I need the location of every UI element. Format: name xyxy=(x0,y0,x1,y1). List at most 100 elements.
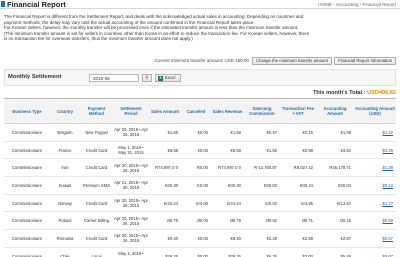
table-row: Commissionaire Romania Credit Card Apr 2… xyxy=(4,229,396,248)
sales-revenue-cell: €9.40 xyxy=(211,229,244,248)
sales-revenue-cell: $29.25 xyxy=(211,247,244,257)
column-header: Samsung Commission xyxy=(244,98,280,124)
table-row: Commissionaire Poland Carrier Billing Ap… xyxy=(4,211,396,231)
total-value: USD406.82 xyxy=(367,90,396,96)
accounting-amount-cell: €2.87 xyxy=(316,229,354,248)
settlement-period-cell: Apr 20, 2015~ Apr 26, 2015 xyxy=(113,229,149,248)
column-header: Sales Revenue xyxy=(211,98,244,124)
transaction-fee-cell: €0.99 xyxy=(280,141,316,160)
samsung-commission-cell: kr5.82 xyxy=(244,194,280,213)
samsung-commission-cell: €2.26 xyxy=(244,229,280,248)
canceled-cell: $0.00 xyxy=(181,247,211,257)
business-type-cell: Commissionaire xyxy=(4,141,50,160)
settlement-period-cell: Apr 20, 2015~ Apr 26, 2015 xyxy=(113,158,149,178)
canceled-cell: kr4.00 xyxy=(181,194,211,213)
total-label: This month's Total : xyxy=(313,90,366,96)
accounting-amount-usd-link[interactable]: $5.67 xyxy=(354,247,396,257)
samsung-commission-cell: K00.02 xyxy=(244,176,280,195)
business-type-cell: Commissionaire xyxy=(4,247,50,257)
payment-method-cell: Local xyxy=(80,247,113,257)
excel-export-button[interactable]: X Excel xyxy=(155,73,181,82)
sales-revenue-cell: zł0.78 xyxy=(211,211,244,231)
canceled-cell: €0.00 xyxy=(181,229,211,248)
table-header-row: Business Type Country Payment Method Set… xyxy=(4,98,396,124)
accounting-amount-usd-link[interactable]: $1.28 xyxy=(354,158,396,178)
payment-method-cell: Carrier Billing xyxy=(80,211,113,231)
column-header: Sales Amount xyxy=(149,98,181,124)
accounting-amount-usd-link[interactable]: $0.12 xyxy=(354,176,396,195)
settlement-period-cell: May 1, 2015~ May 31, 2015 xyxy=(113,141,149,160)
transaction-fee-cell: zł0.71 xyxy=(280,211,316,231)
sales-amount-cell: zł0.78 xyxy=(149,211,181,231)
settlement-period-cell: Apr 20, 2015~ Apr 26, 2015 xyxy=(113,194,149,213)
sales-amount-cell: €1.68 xyxy=(149,123,181,142)
accounting-amount-usd-link[interactable]: $1.22 xyxy=(354,123,396,142)
transaction-fee-cell: €2.59 xyxy=(280,229,316,248)
column-header: Business Type xyxy=(4,98,50,124)
country-cell: Norway xyxy=(50,194,80,213)
page-title: Financial Report xyxy=(7,0,66,9)
accounting-amount-usd-link[interactable]: $0.58 xyxy=(354,211,396,231)
financial-report-info-button[interactable]: Financial Report Information xyxy=(334,56,396,65)
business-type-cell: Commissionaire xyxy=(4,158,50,178)
minimum-transfer-row: Current minimum transfer amount: USD 150… xyxy=(155,56,396,65)
transaction-fee-cell: K00.24 xyxy=(280,176,316,195)
payment-method-cell: Premium SMS xyxy=(80,176,113,195)
financial-report-table: Business Type Country Payment Method Set… xyxy=(4,98,396,257)
sales-amount-cell: kr24.24 xyxy=(149,194,181,213)
column-header: Transaction Fee + VAT xyxy=(280,98,316,124)
monthly-settlement-label: Monthly Settlement xyxy=(8,74,62,80)
breadcrumb[interactable]: HOME › Accounting › Financial Report xyxy=(318,1,396,8)
sales-amount-cell: R74,997.0 0 xyxy=(149,158,181,178)
minimum-transfer-label: Current minimum transfer amount: USD 150… xyxy=(154,58,249,63)
sales-amount-cell: €6.58 xyxy=(149,141,181,160)
sales-revenue-cell: kr24.24 xyxy=(211,194,244,213)
column-header: Payment Method xyxy=(80,98,113,124)
search-button[interactable]: ⚲ xyxy=(142,73,152,82)
column-header: Accounting Amount xyxy=(316,98,354,124)
canceled-cell: zł0.00 xyxy=(181,211,211,231)
accounting-amount-cell: €3.84 xyxy=(316,141,354,160)
samsung-commission-cell: zł0.92 xyxy=(244,211,280,231)
month-input[interactable]: 2015-05 xyxy=(89,73,139,82)
filter-bar: Monthly Settlement 2015-05 ⚲ X Excel xyxy=(4,69,396,86)
settlement-period-cell: Apr 21, 2015~ Apr 30, 2015 xyxy=(113,176,149,195)
table-row: Commissionaire Norway Credit Card Apr 20… xyxy=(4,194,396,213)
sales-revenue-cell: K00.30 xyxy=(211,176,244,195)
country-cell: Chile xyxy=(50,247,80,257)
samsung-commission-cell: €1.65 xyxy=(244,141,280,160)
transaction-fee-cell: kr4.95 xyxy=(280,194,316,213)
report-description: The Financial Report is different from t… xyxy=(4,14,396,42)
change-minimum-button[interactable]: Change the minimum transfer amount xyxy=(251,56,333,65)
canceled-cell: R0.00 xyxy=(181,158,211,178)
table-row: Commissionaire Chile Local May 1, 2015~ … xyxy=(4,247,396,257)
country-cell: Poland xyxy=(50,211,80,231)
accounting-amount-cell: €1.09 xyxy=(316,123,354,142)
samsung-commission-cell: $6.25 xyxy=(244,247,280,257)
sales-amount-cell: $29.25 xyxy=(149,247,181,257)
sales-revenue-cell: €1.68 xyxy=(211,123,244,142)
business-type-cell: Commissionaire xyxy=(4,211,50,231)
sales-revenue-cell: €6.58 xyxy=(211,141,244,160)
payment-method-cell: Credit Card xyxy=(80,229,113,248)
table-row: Commissionaire France Credit Card May 1,… xyxy=(4,141,396,160)
accounting-amount-usd-link[interactable]: $1.77 xyxy=(354,194,396,213)
accounting-amount-cell: kr13.57 xyxy=(316,194,354,213)
canceled-cell: €0.00 xyxy=(181,141,211,160)
business-type-cell: Commissionaire xyxy=(4,229,50,248)
sales-amount-cell: K00.30 xyxy=(149,176,181,195)
transaction-fee-cell: €0.15 xyxy=(280,123,316,142)
accounting-amount-usd-link[interactable]: $0.67 xyxy=(354,229,396,248)
transaction-fee-cell: $3.00 xyxy=(280,247,316,257)
accounting-amount-usd-link[interactable]: $4.29 xyxy=(354,141,396,160)
accounting-amount-cell: zł2.15 xyxy=(316,211,354,231)
settlement-period-cell: Apr 20, 2015~ Apr 26, 2015 xyxy=(113,211,149,231)
search-icon: ⚲ xyxy=(145,74,149,81)
country-cell: France xyxy=(50,141,80,160)
country-cell: Belgium xyxy=(50,123,80,142)
transaction-fee-cell: R9,027.42 xyxy=(280,158,316,178)
column-header: Settlement Period xyxy=(113,98,149,124)
column-header: Accounting Amount (USD) xyxy=(354,98,396,124)
sales-revenue-cell: R74,997.0 0 xyxy=(211,158,244,178)
accounting-amount-cell: K00.04 xyxy=(316,176,354,195)
